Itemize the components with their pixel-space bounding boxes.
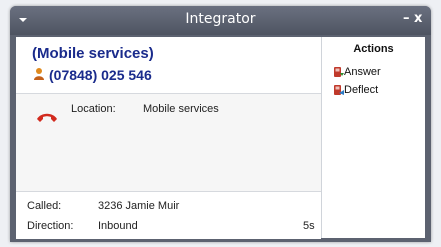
call-panel: (Mobile services) (07848) 025 546 Locati… xyxy=(16,37,425,239)
phone-handset-icon xyxy=(37,113,57,122)
actions-title: Actions xyxy=(353,43,394,55)
called-value: 3236 Jamie Muir xyxy=(98,200,180,212)
minimize-button[interactable]: – xyxy=(403,11,410,26)
location-value: Mobile services xyxy=(143,103,219,115)
caller-number: (07848) 025 546 xyxy=(49,67,152,83)
actions-panel: Actions Answer Deflect xyxy=(322,37,425,238)
close-button[interactable]: x xyxy=(414,11,422,26)
call-footer: Called: 3236 Jamie Muir Direction: Inbou… xyxy=(16,191,321,239)
call-duration: 5s xyxy=(303,220,315,232)
location-label: Location: xyxy=(71,103,116,115)
called-label: Called: xyxy=(27,200,62,212)
direction-label: Direction: xyxy=(27,220,74,232)
call-info-area: Location: Mobile services xyxy=(16,94,321,191)
window-title: Integrator xyxy=(185,11,256,27)
contact-person-icon xyxy=(34,68,44,80)
call-details: (Mobile services) (07848) 025 546 Locati… xyxy=(16,37,322,239)
caller-name: (Mobile services) xyxy=(32,45,154,62)
deflect-label: Deflect xyxy=(344,84,379,96)
direction-value: Inbound xyxy=(98,220,138,232)
caller-header: (Mobile services) (07848) 025 546 xyxy=(16,37,321,94)
answer-label: Answer xyxy=(344,66,381,78)
integrator-window: Integrator – x (Mobile services) (07848)… xyxy=(10,6,431,242)
title-bar[interactable]: Integrator – x xyxy=(10,6,431,35)
